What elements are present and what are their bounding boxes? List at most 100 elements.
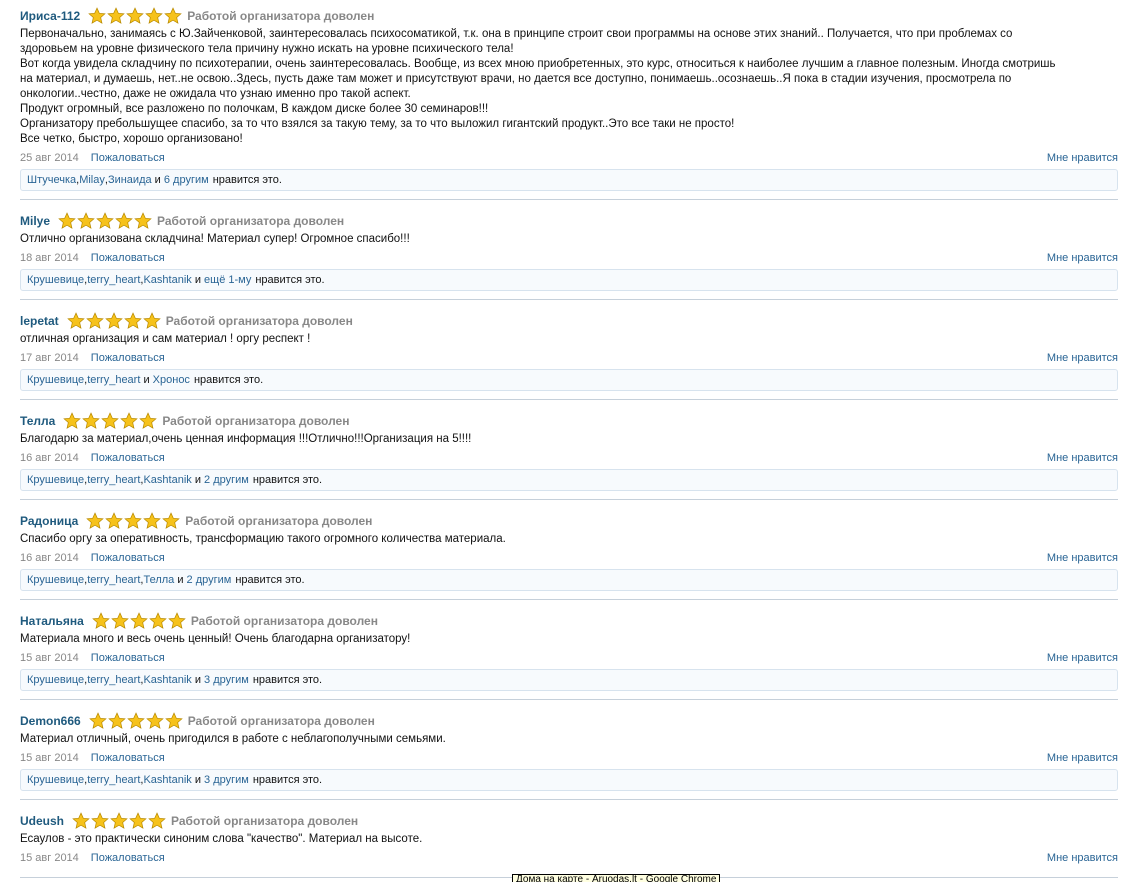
review-date: 15 авг 2014: [20, 652, 79, 664]
review-text-line: Материала много и весь очень ценный! Оче…: [20, 633, 411, 645]
star-icon: [126, 712, 145, 729]
rating-stars: [72, 812, 167, 830]
review-meta: 15 авг 2014 Пожаловаться Мне нравится: [20, 847, 1118, 869]
review-item: Натальяна Работой организатора доволен Мат…: [20, 610, 1118, 700]
review-text: Отлично организована складчина! Материал…: [20, 232, 1118, 247]
likes-suffix: нравится это.: [193, 374, 264, 386]
author-link[interactable]: Udeush: [20, 814, 64, 828]
likes-summary: Крушевице, terry_heart, Kashtanik и ещё …: [20, 269, 1118, 291]
review-text-line: Организатору пребольшущее спасибо, за то…: [20, 118, 735, 130]
likes-summary: Крушевице, terry_heart и Хронос нравится …: [20, 369, 1118, 391]
liker-link[interactable]: Крушевице: [27, 274, 84, 286]
liker-link[interactable]: Kashtanik: [143, 474, 191, 486]
likes-summary: Крушевице, terry_heart, Телла и 2 другим…: [20, 569, 1118, 591]
review-text-line: Отлично организована складчина! Материал…: [20, 233, 410, 245]
review-text-line: здоровьем на уровне физического тела при…: [20, 43, 514, 55]
rating-stars: [86, 512, 181, 530]
review-date: 25 авг 2014: [20, 152, 79, 164]
like-button[interactable]: Мне нравится: [1047, 452, 1118, 464]
author-link[interactable]: Радоница: [20, 514, 78, 528]
liker-link[interactable]: Kashtanik: [143, 774, 191, 786]
review-item: Demon666 Работой организатора доволен Мате…: [20, 710, 1118, 800]
rating-stars: [66, 312, 162, 330]
review-item: Ириса-112 Работой организатора доволен Пер…: [20, 5, 1118, 200]
review-text-line: Материал отличный, очень пригодился в ра…: [20, 733, 446, 745]
report-link[interactable]: Пожаловаться: [91, 452, 165, 464]
likes-summary: Крушевице, terry_heart, Kashtanik и 3 др…: [20, 669, 1118, 691]
review-text-line: Есаулов - это практически синоним слова …: [20, 833, 423, 845]
liker-link[interactable]: Крушевице: [27, 574, 84, 586]
liker-link[interactable]: Крушевице: [27, 374, 84, 386]
likers-others-link[interactable]: 6 другим: [164, 174, 209, 186]
liker-link[interactable]: Milay: [79, 174, 105, 186]
liker-link[interactable]: terry_heart: [87, 774, 140, 786]
like-button[interactable]: Мне нравится: [1047, 652, 1118, 664]
likers-others-link[interactable]: 2 другим: [204, 474, 249, 486]
review-meta: 15 авг 2014 Пожаловаться Мне нравится: [20, 647, 1118, 669]
rating-verdict: Работой организатора доволен: [187, 9, 375, 23]
star-icon: [105, 512, 124, 529]
review-header: lepetat Работой организатора доволен: [20, 310, 1118, 332]
report-link[interactable]: Пожаловаться: [91, 152, 165, 164]
review-header: Телла Работой организатора доволен: [20, 410, 1118, 432]
author-link[interactable]: Телла: [20, 414, 55, 428]
star-icon: [162, 512, 181, 529]
liker-link[interactable]: Крушевице: [27, 474, 84, 486]
review-meta: 16 авг 2014 Пожаловаться Мне нравится: [20, 547, 1118, 569]
liker-link[interactable]: Kashtanik: [143, 674, 191, 686]
likers-others-link[interactable]: Хронос: [153, 374, 190, 386]
like-button[interactable]: Мне нравится: [1047, 752, 1118, 764]
star-icon: [120, 412, 139, 429]
likes-suffix: нравится это.: [212, 174, 282, 186]
like-button[interactable]: Мне нравится: [1047, 152, 1118, 164]
review-date: 15 авг 2014: [20, 752, 79, 764]
like-button[interactable]: Мне нравится: [1047, 552, 1118, 564]
report-link[interactable]: Пожаловаться: [91, 652, 165, 664]
liker-link[interactable]: terry_heart: [87, 674, 140, 686]
star-icon: [115, 212, 133, 229]
report-link[interactable]: Пожаловаться: [91, 552, 165, 564]
author-link[interactable]: Demon666: [20, 714, 81, 728]
like-button[interactable]: Мне нравится: [1047, 352, 1118, 364]
review-text: отличная организация и сам материал ! ор…: [20, 332, 1118, 347]
liker-link[interactable]: terry_heart: [87, 474, 140, 486]
star-icon: [164, 7, 182, 24]
like-button[interactable]: Мне нравится: [1047, 252, 1118, 264]
likers-others-link[interactable]: 3 другим: [204, 674, 249, 686]
review-text: Материала много и весь очень ценный! Оче…: [20, 632, 1118, 647]
liker-link[interactable]: terry_heart: [87, 574, 140, 586]
report-link[interactable]: Пожаловаться: [91, 752, 165, 764]
review-text: Первоначально, занимаясь с Ю.Зайченковой…: [20, 27, 1118, 147]
star-icon: [92, 612, 110, 629]
report-link[interactable]: Пожаловаться: [91, 352, 165, 364]
liker-link[interactable]: Крушевице: [27, 774, 84, 786]
review-text: Есаулов - это практически синоним слова …: [20, 832, 1118, 847]
review-text-line: Спасибо оргу за оперативность, трансформ…: [20, 533, 506, 545]
author-link[interactable]: Натальяна: [20, 614, 84, 628]
liker-link[interactable]: Штучечка: [27, 174, 76, 186]
star-icon: [139, 412, 158, 429]
report-link[interactable]: Пожаловаться: [91, 852, 165, 864]
likers-others-link[interactable]: 2 другим: [187, 574, 232, 586]
review-text-line: на материал, и думаешь, нет..не освою..З…: [20, 73, 1012, 85]
review-header: Udeush Работой организатора доволен: [20, 810, 1118, 832]
liker-link[interactable]: Зинаида: [108, 174, 152, 186]
likes-suffix: нравится это.: [252, 474, 323, 486]
rating-stars: [92, 612, 187, 630]
likers-others-link[interactable]: ещё 1-му: [204, 274, 251, 286]
liker-link[interactable]: terry_heart: [87, 274, 140, 286]
liker-link[interactable]: Kashtanik: [143, 274, 191, 286]
author-link[interactable]: lepetat: [20, 314, 59, 328]
author-link[interactable]: Ириса-112: [20, 9, 80, 23]
review-text-line: онкологии..честно, даже не ожидала что у…: [20, 88, 411, 100]
liker-link[interactable]: Крушевице: [27, 674, 84, 686]
like-button[interactable]: Мне нравится: [1047, 852, 1118, 864]
star-icon: [72, 812, 90, 829]
review-meta: 17 авг 2014 Пожаловаться Мне нравится: [20, 347, 1118, 369]
likers-others-link[interactable]: 3 другим: [204, 774, 249, 786]
author-link[interactable]: Milye: [20, 214, 50, 228]
report-link[interactable]: Пожаловаться: [91, 252, 165, 264]
liker-link[interactable]: terry_heart: [87, 374, 140, 386]
liker-link[interactable]: Телла: [143, 574, 174, 586]
rating-verdict: Работой организатора доволен: [171, 814, 359, 828]
